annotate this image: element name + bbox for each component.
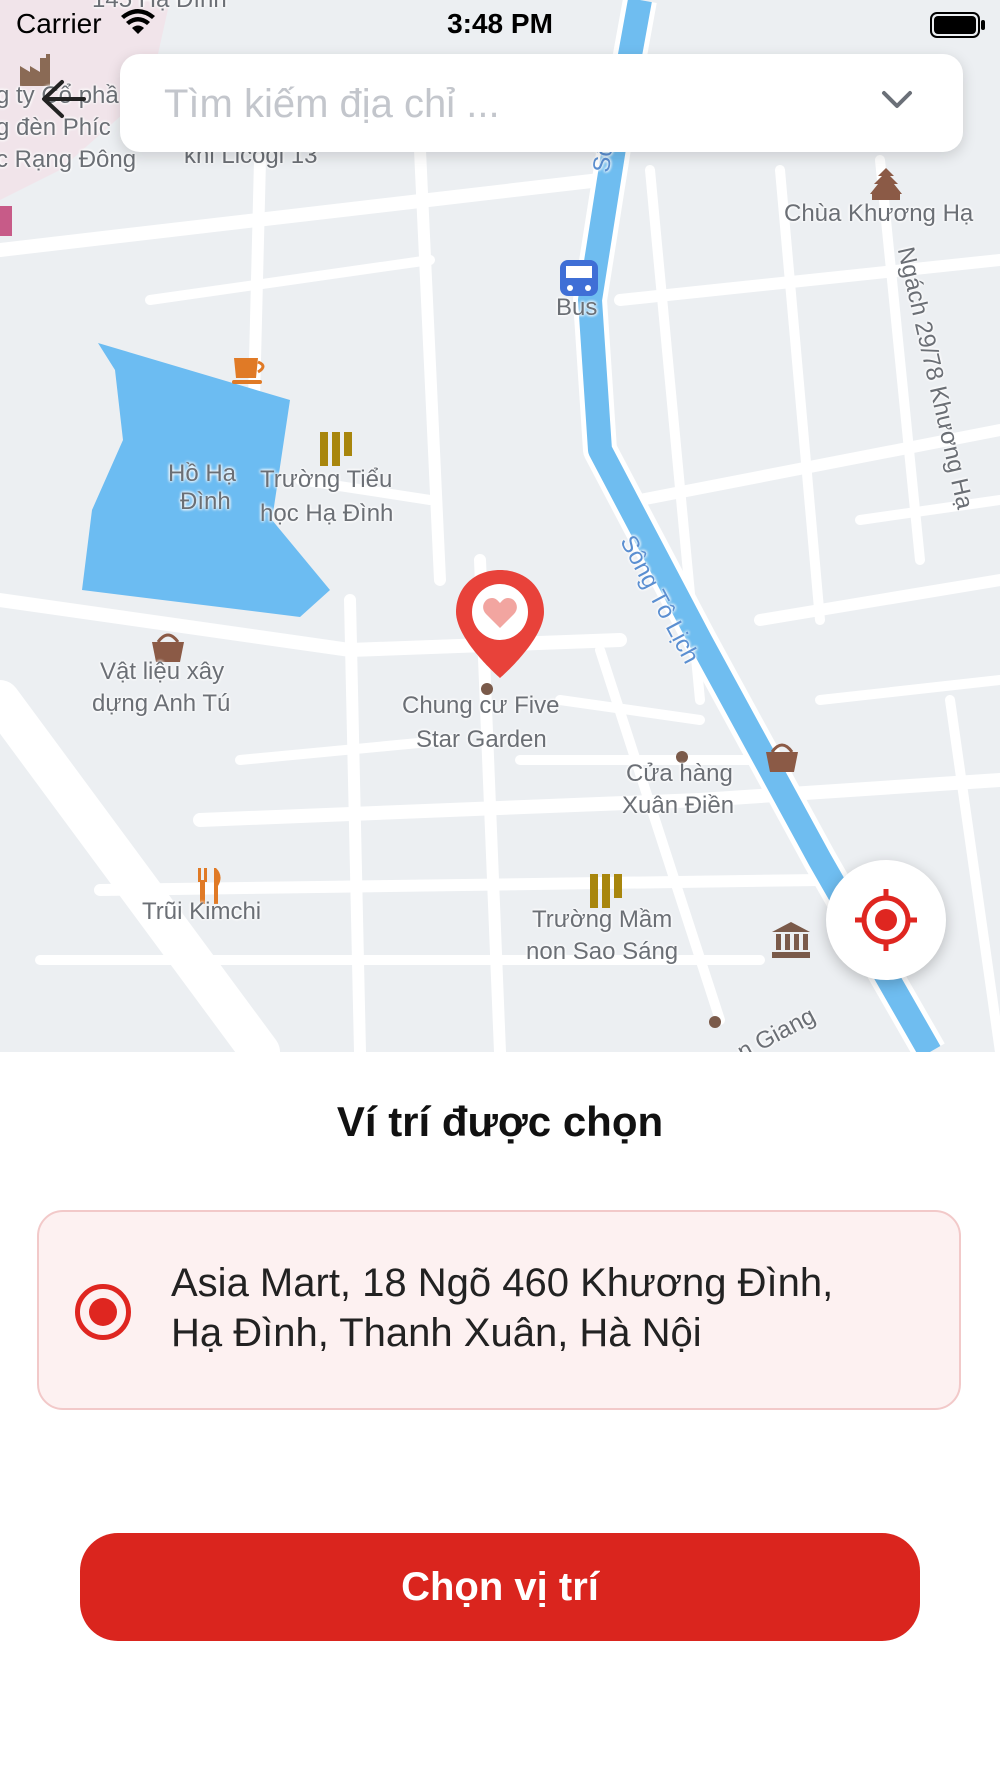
pagoda-icon (870, 168, 902, 200)
map-label-material-1: Vật liệu xây (100, 658, 225, 685)
selected-address: Asia Mart, 18 Ngõ 460 Khương Đình, Hạ Đì… (171, 1258, 931, 1358)
chevron-down-icon[interactable] (881, 89, 913, 111)
selected-address-card[interactable]: Asia Mart, 18 Ngõ 460 Khương Đình, Hạ Đì… (37, 1210, 961, 1410)
factory-icon-2 (0, 206, 12, 236)
panel-title: Ví trí được chọn (336, 1098, 664, 1145)
map-label-lake-2: Đình (180, 488, 231, 515)
map-pin-heart-icon[interactable] (452, 566, 548, 682)
map-label-kinder-1: Trường Mầm (532, 906, 673, 933)
locate-target-icon (855, 889, 917, 951)
map-label-school-2: học Hạ Đình (260, 500, 394, 527)
status-bar: Carrier 3:48 PM (0, 0, 1000, 50)
battery-icon (930, 12, 985, 38)
map-label-apartment-1: Chung cư Five (402, 692, 560, 719)
back-arrow-icon[interactable] (40, 78, 86, 120)
map-label-bus: Bus (556, 294, 598, 321)
map-label-school-1: Trường Tiểu (260, 466, 393, 493)
search-input[interactable] (162, 76, 846, 132)
map-label-restaurant: Trũi Kimchi (142, 898, 262, 925)
address-line-1: Asia Mart, 18 Ngõ 460 Khương Đình, (171, 1261, 834, 1305)
search-bar[interactable] (120, 54, 963, 152)
address-line-2: Hạ Đình, Thanh Xuân, Hà Nội (171, 1311, 702, 1355)
museum-icon (772, 922, 810, 958)
map-label-company-3: c Rạng Đông (0, 146, 137, 173)
map-label-kinder-2: non Sao Sáng (526, 938, 679, 965)
status-time: 3:48 PM (447, 8, 553, 39)
map-label-material-2: dựng Anh Tú (92, 690, 231, 717)
map-label-store-2: Xuân Điền (622, 792, 735, 819)
map-label-pagoda: Chùa Khương Hạ (784, 200, 974, 227)
radio-selected-icon[interactable] (75, 1284, 131, 1340)
map-label-store-1: Cửa hàng (626, 760, 733, 787)
radio-dot (89, 1298, 117, 1326)
poi-dot-3 (709, 1016, 721, 1028)
locate-me-button[interactable] (826, 860, 946, 980)
map-label-apartment-2: Star Garden (416, 726, 547, 753)
cafe-icon (232, 358, 265, 384)
choose-location-button[interactable]: Chọn vị trí (80, 1533, 920, 1641)
shopping-basket-icon-2 (766, 743, 798, 772)
